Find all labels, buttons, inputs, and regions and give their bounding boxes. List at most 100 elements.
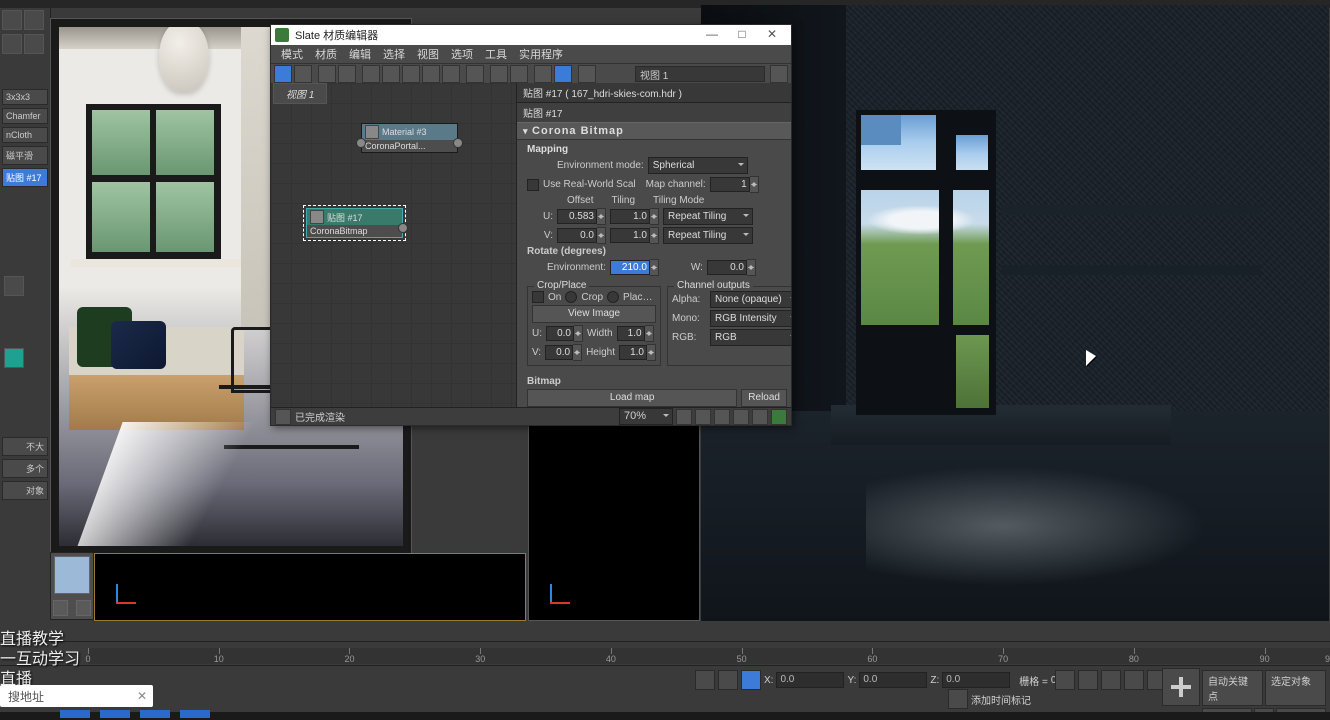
u-offset-input[interactable] (557, 209, 597, 224)
auto-key-button[interactable]: 自动关键点 (1202, 670, 1263, 706)
menu-material[interactable]: 材质 (311, 45, 341, 63)
zoom-icon[interactable] (695, 409, 711, 425)
goto-start-icon[interactable] (1055, 670, 1075, 690)
mono-dropdown[interactable]: RGB Intensity (710, 310, 791, 327)
show-map-icon[interactable] (442, 65, 460, 83)
crop-v-input[interactable] (545, 345, 573, 360)
timeline[interactable]: 010203040506070809095 (0, 641, 1330, 666)
crop-u-input[interactable] (546, 326, 574, 341)
node-output-socket[interactable] (453, 138, 463, 148)
node-graph[interactable]: 视图 1 Material #3 CoronaPortal... 贴图 #17 … (271, 83, 517, 407)
selection-filter-button[interactable]: 选定对象 (1265, 670, 1326, 706)
zoom-dropdown[interactable]: 70% (619, 408, 673, 425)
spinner-arrows[interactable] (574, 325, 583, 342)
panel-tool-icon[interactable] (4, 276, 24, 296)
coord-y[interactable]: 0.0 (859, 672, 927, 688)
menu-mode[interactable]: 模式 (277, 45, 307, 63)
move-children-icon[interactable] (362, 65, 380, 83)
select-tool-icon[interactable] (274, 65, 292, 83)
taskbar-item[interactable] (60, 710, 90, 718)
crop-width-input[interactable] (617, 326, 645, 341)
spinner-arrows[interactable] (597, 208, 606, 225)
minimize-button[interactable]: — (697, 26, 727, 44)
node-input-socket[interactable] (356, 138, 366, 148)
reload-button[interactable]: Reload (741, 389, 787, 407)
crop-on-checkbox[interactable] (532, 291, 544, 303)
options-icon[interactable] (752, 409, 768, 425)
env-mode-dropdown[interactable]: Spherical (648, 157, 748, 174)
lock-icon[interactable] (718, 670, 738, 690)
spinner-arrows[interactable] (573, 344, 582, 361)
v-offset-input[interactable] (557, 228, 597, 243)
real-world-scale-checkbox[interactable] (527, 179, 539, 191)
time-tag-icon[interactable] (948, 689, 968, 709)
viewport-front[interactable] (94, 553, 526, 621)
load-map-button[interactable]: Load map (527, 389, 737, 407)
dropdown-icon[interactable] (770, 65, 788, 83)
panel-tab-icon[interactable] (2, 34, 22, 54)
modifier-item[interactable]: nCloth (2, 127, 48, 143)
menu-utilities[interactable]: 实用程序 (515, 45, 567, 63)
v-tiling-mode-dropdown[interactable]: Repeat Tiling (663, 227, 753, 244)
zoom-extents-icon[interactable] (714, 409, 730, 425)
menu-tools[interactable]: 工具 (481, 45, 511, 63)
window-titlebar[interactable]: Slate 材质编辑器 — □ ✕ (271, 25, 791, 45)
node-output-socket[interactable] (398, 223, 408, 233)
menu-view[interactable]: 视图 (413, 45, 443, 63)
pick-material-icon[interactable] (294, 65, 312, 83)
spinner-arrows[interactable] (650, 227, 659, 244)
viewport-left[interactable] (528, 425, 700, 621)
crop-radio[interactable] (565, 291, 577, 303)
time-ruler[interactable]: 010203040506070809095 (88, 648, 1330, 664)
menu-select[interactable]: 选择 (379, 45, 409, 63)
selection-lock-icon[interactable] (741, 670, 761, 690)
overlay-search-pill[interactable]: 搜地址 ✕ (0, 685, 153, 707)
delete-icon[interactable] (338, 65, 356, 83)
add-time-tag-label[interactable]: 添加时间标记 (971, 692, 1031, 707)
modifier-item[interactable]: 磁平滑 (2, 146, 48, 165)
place-radio[interactable] (607, 291, 619, 303)
spinner-arrows[interactable] (747, 259, 756, 276)
render-icon[interactable] (771, 409, 787, 425)
u-tiling-mode-dropdown[interactable]: Repeat Tiling (663, 208, 753, 225)
prev-frame-icon[interactable] (1078, 670, 1098, 690)
view-name-input[interactable] (635, 66, 765, 82)
node-bitmap-selected[interactable]: 贴图 #17 CoronaBitmap (306, 208, 403, 238)
next-frame-icon[interactable] (1124, 670, 1144, 690)
panel-tab-icon[interactable] (24, 34, 44, 54)
menu-options[interactable]: 选项 (447, 45, 477, 63)
spinner-arrows[interactable] (645, 325, 654, 342)
spinner-arrows[interactable] (597, 227, 606, 244)
menu-edit[interactable]: 编辑 (345, 45, 375, 63)
maximize-button[interactable]: □ (727, 26, 757, 44)
background-icon[interactable] (466, 65, 484, 83)
modifier-item-selected[interactable]: 贴图 #17 (2, 168, 48, 187)
hide-children-icon[interactable] (382, 65, 400, 83)
env-rotation-input[interactable] (610, 260, 650, 275)
view-image-button[interactable]: View Image (532, 305, 656, 323)
modifier-item[interactable]: 3x3x3 (2, 89, 48, 105)
w-rotation-input[interactable] (707, 260, 747, 275)
render-viewport[interactable]: [+] [Camera001] [标准] [边面] (701, 5, 1329, 621)
snap-toggle-icon[interactable] (695, 670, 715, 690)
options-icon[interactable] (510, 65, 528, 83)
rollout-corona-bitmap[interactable]: Corona Bitmap (517, 122, 791, 140)
search-icon[interactable] (578, 65, 596, 83)
panel-tab-icon[interactable] (24, 10, 44, 30)
taskbar-item[interactable] (180, 710, 210, 718)
modifier-item[interactable]: Chamfer (2, 108, 48, 124)
coord-x[interactable]: 0.0 (776, 672, 844, 688)
layout-auto-icon[interactable] (402, 65, 420, 83)
viewport-layout-picker[interactable] (50, 552, 94, 620)
spinner-arrows[interactable] (750, 176, 759, 193)
play-icon[interactable] (1101, 670, 1121, 690)
graph-tab[interactable]: 视图 1 (273, 83, 327, 104)
taskbar-item[interactable] (100, 710, 130, 718)
pan-icon[interactable] (676, 409, 692, 425)
close-icon[interactable]: ✕ (137, 689, 147, 703)
close-button[interactable]: ✕ (757, 26, 787, 44)
coord-z[interactable]: 0.0 (942, 672, 1010, 688)
crop-height-input[interactable] (619, 345, 647, 360)
spinner-arrows[interactable] (650, 259, 659, 276)
layout-icon[interactable] (422, 65, 440, 83)
